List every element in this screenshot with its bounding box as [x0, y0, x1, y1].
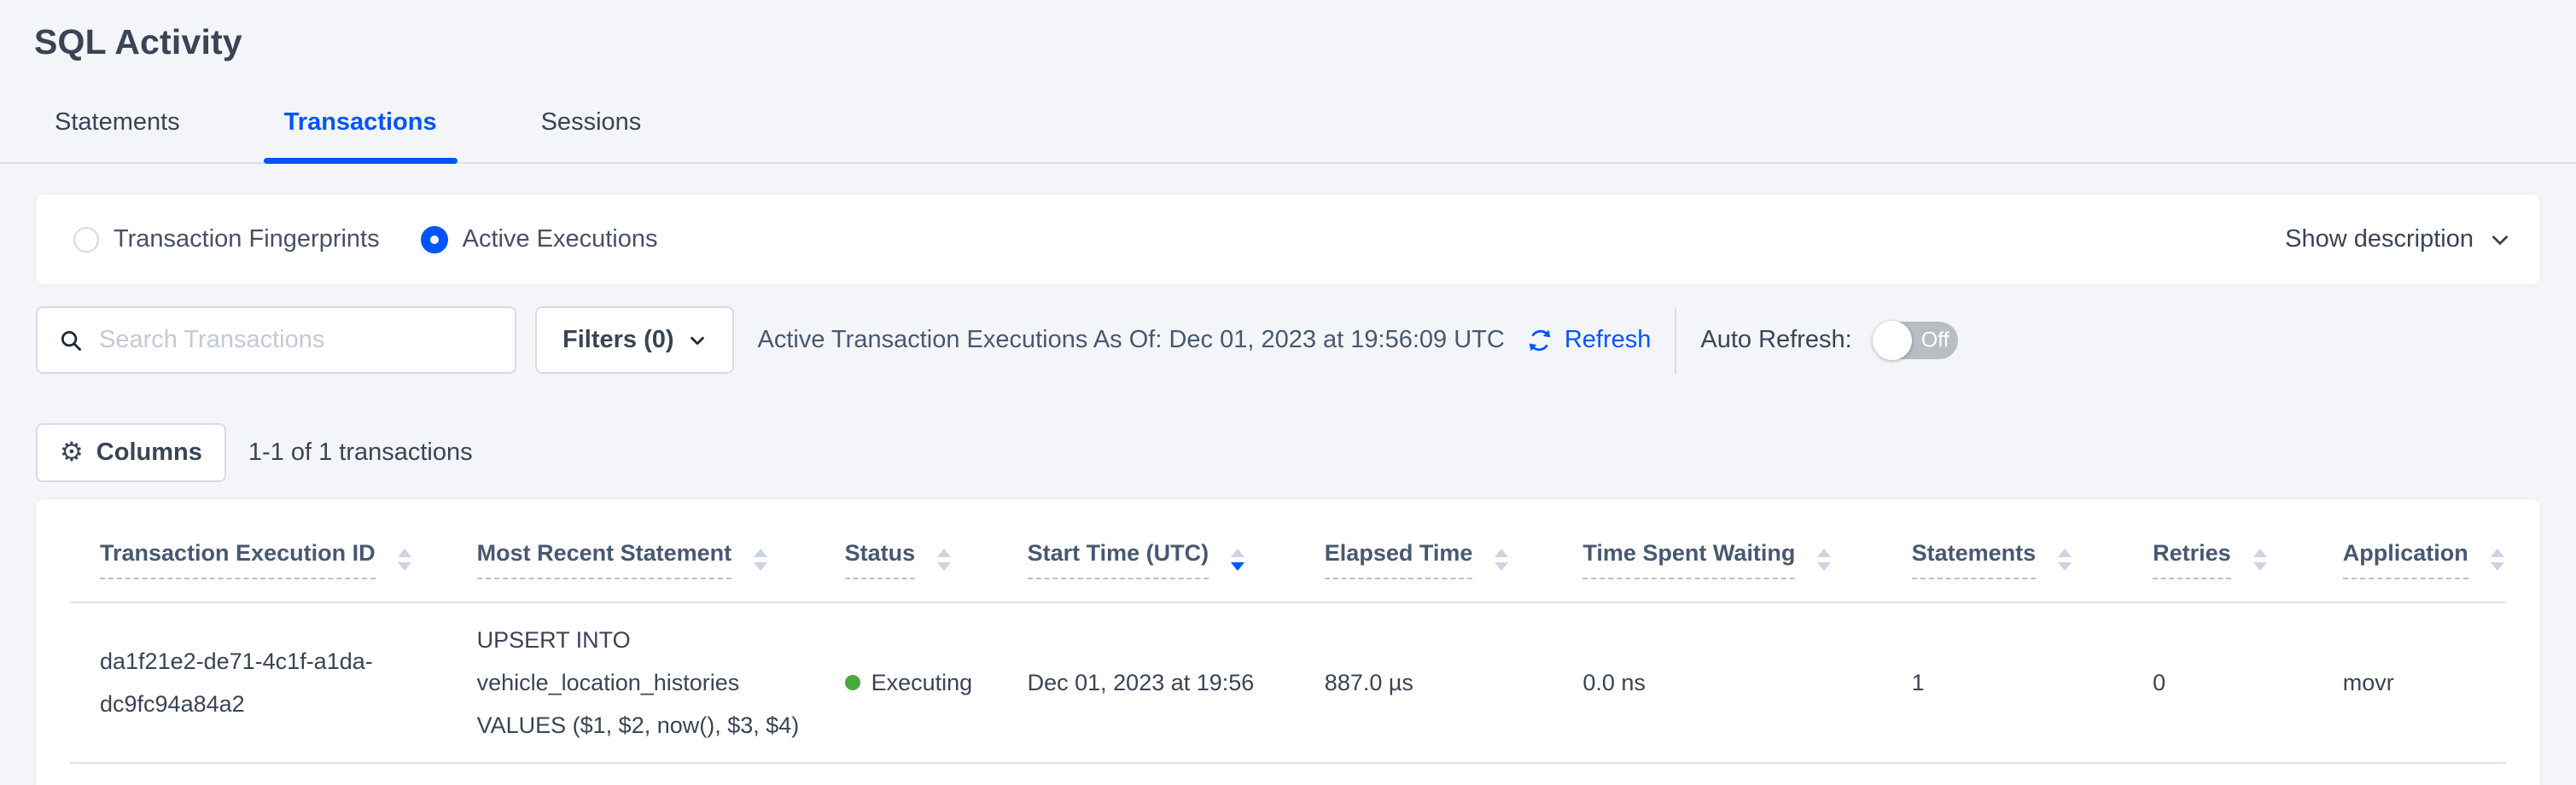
radio-circle-icon[interactable]	[73, 227, 99, 253]
vertical-divider	[1675, 307, 1676, 374]
refresh-icon	[1525, 326, 1554, 355]
transactions-table-card: Transaction Execution ID Most Recent Sta…	[36, 499, 2540, 785]
sort-icon[interactable]	[937, 549, 951, 571]
sort-icon[interactable]	[2253, 549, 2267, 571]
table-header-row: Transaction Execution ID Most Recent Sta…	[70, 499, 2506, 602]
sort-icon[interactable]	[2058, 549, 2072, 571]
col-header-statements[interactable]: Statements	[1912, 499, 2153, 602]
refresh-button[interactable]: Refresh	[1525, 326, 1652, 355]
radio-transaction-fingerprints[interactable]: Transaction Fingerprints	[73, 225, 380, 253]
cell-most-recent-statement[interactable]: UPSERT INTO vehicle_location_histories V…	[477, 627, 800, 738]
col-header-application[interactable]: Application	[2343, 499, 2506, 602]
status-dot-icon	[845, 675, 860, 690]
chevron-down-icon	[2489, 229, 2511, 251]
table-row: da1f21e2-de71-4c1f-a1da- dc9fc94a84a2 UP…	[70, 602, 2506, 763]
radio-label: Active Executions	[463, 225, 658, 253]
cell-retries: 0	[2153, 670, 2165, 695]
tab-statements[interactable]: Statements	[34, 108, 201, 162]
toggle-knob[interactable]	[1873, 321, 1912, 360]
view-mode-radio-group: Transaction Fingerprints Active Executio…	[73, 225, 658, 253]
sort-icon[interactable]	[1495, 549, 1508, 571]
sort-icon[interactable]	[754, 549, 767, 571]
filters-button[interactable]: Filters (0)	[535, 306, 734, 374]
search-input[interactable]	[99, 326, 498, 354]
transactions-table: Transaction Execution ID Most Recent Sta…	[70, 499, 2506, 764]
col-header-most-recent-statement[interactable]: Most Recent Statement	[477, 499, 845, 602]
page-header: SQL Activity	[0, 0, 2576, 62]
columns-button[interactable]: ⚙ Columns	[36, 423, 226, 482]
sort-icon-active-desc[interactable]	[1231, 549, 1244, 571]
show-description-label: Show description	[2285, 225, 2474, 253]
sort-icon[interactable]	[398, 549, 411, 571]
cell-start-time: Dec 01, 2023 at 19:56	[1028, 670, 1255, 695]
radio-active-executions[interactable]: Active Executions	[421, 225, 658, 253]
results-count: 1-1 of 1 transactions	[248, 439, 473, 467]
col-header-status[interactable]: Status	[845, 499, 1028, 602]
chevron-down-icon	[688, 331, 707, 350]
as-of-timestamp: Active Transaction Executions As Of: Dec…	[758, 326, 1505, 354]
col-header-transaction-execution-id[interactable]: Transaction Execution ID	[70, 499, 477, 602]
search-box[interactable]	[36, 306, 516, 374]
auto-refresh-label: Auto Refresh:	[1700, 326, 1851, 354]
show-description-button[interactable]: Show description	[2285, 225, 2511, 253]
columns-label: Columns	[96, 439, 202, 467]
cell-time-spent-waiting: 0.0 ns	[1582, 670, 1646, 695]
col-header-start-time[interactable]: Start Time (UTC)	[1028, 499, 1325, 602]
auto-refresh-toggle[interactable]: Off	[1873, 322, 1958, 359]
cell-elapsed-time: 887.0 µs	[1325, 670, 1413, 695]
toggle-state-label: Off	[1921, 328, 1949, 352]
page-title: SQL Activity	[34, 22, 2542, 62]
table-toolbar: ⚙ Columns 1-1 of 1 transactions	[36, 423, 2540, 482]
tab-sessions[interactable]: Sessions	[521, 108, 662, 162]
radio-label: Transaction Fingerprints	[114, 225, 380, 253]
cell-application: movr	[2343, 670, 2394, 695]
cell-status: Executing	[871, 661, 973, 704]
gear-icon: ⚙	[60, 439, 84, 466]
col-header-time-spent-waiting[interactable]: Time Spent Waiting	[1582, 499, 1911, 602]
sort-icon[interactable]	[1817, 549, 1831, 571]
refresh-label: Refresh	[1565, 326, 1652, 354]
cell-transaction-execution-id: da1f21e2-de71-4c1f-a1da- dc9fc94a84a2	[100, 648, 373, 717]
filters-label: Filters (0)	[562, 326, 674, 354]
col-header-elapsed-time[interactable]: Elapsed Time	[1325, 499, 1583, 602]
view-options-card: Transaction Fingerprints Active Executio…	[36, 195, 2540, 284]
sort-icon[interactable]	[2491, 549, 2504, 571]
radio-circle-selected-icon[interactable]	[421, 226, 448, 253]
status-badge: Executing	[845, 661, 1021, 704]
col-header-retries[interactable]: Retries	[2153, 499, 2343, 602]
tab-bar: Statements Transactions Sessions	[0, 108, 2576, 164]
search-icon	[58, 328, 84, 353]
controls-row: Filters (0) Active Transaction Execution…	[36, 306, 2540, 374]
tab-transactions[interactable]: Transactions	[264, 108, 458, 162]
cell-statements: 1	[1912, 670, 1925, 695]
